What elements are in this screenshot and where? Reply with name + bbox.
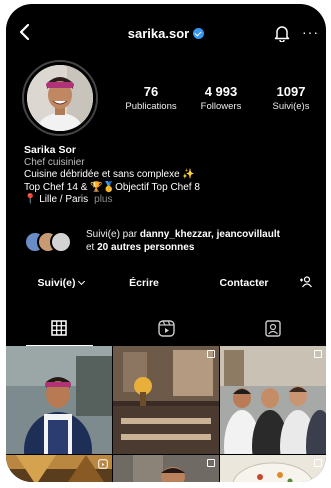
stat-followers[interactable]: 4 993 Followers [186,84,256,112]
stat-followers-count: 4 993 [204,84,238,99]
multiple-posts-icon [207,459,215,467]
profile-actions: Suivi(e) Écrire Contacter [16,270,318,296]
post-thumbnail-4[interactable] [6,455,112,482]
stat-publications-label: Publications [125,101,177,112]
stat-following[interactable]: 1097 Suivi(e)s [256,84,326,112]
profile-tabs [6,310,326,346]
profile-screen: sarika.sor ··· 76 Publications 4 993 Fol… [6,4,326,482]
medal-emoji: 🥇 [102,181,116,193]
stat-following-count: 1097 [276,84,306,99]
multiple-posts-icon [314,459,322,467]
post-grid [6,346,326,482]
bio-line-2-text: Top Chef 14 & [24,181,91,193]
followed-by-prefix: Suivi(e) par [86,229,140,240]
add-person-icon[interactable] [294,275,318,291]
following-button[interactable]: Suivi(e) [16,277,106,289]
stat-following-label: Suivi(e)s [272,101,310,112]
top-bar: sarika.sor ··· [6,4,326,56]
post-thumbnail-5[interactable] [113,455,219,482]
tab-reels[interactable] [113,310,220,346]
followed-by-conjunction: et [86,242,98,253]
profile-stats: 76 Publications 4 993 Followers 1097 Sui… [116,84,326,112]
stat-followers-label: Followers [200,101,242,112]
multiple-posts-icon [314,350,322,358]
location-text: Lille / Paris [39,194,89,205]
followed-by-text: Suivi(e) par danny_khezzar, jeancovillau… [86,228,322,254]
tagged-icon [264,319,281,337]
followed-by-count: 20 autres personnes [97,242,195,253]
bio-line-3: 📍 Lille / Paris plus [24,194,314,207]
more-options-icon[interactable]: ··· [302,25,319,39]
grid-icon [51,320,68,336]
display-name: Sarika Sor [24,144,76,156]
followed-by[interactable]: Suivi(e) par danny_khezzar, jeancovillau… [24,228,322,258]
message-button[interactable]: Écrire [114,277,174,289]
tab-grid[interactable] [6,310,113,346]
bio-more-link[interactable]: plus [94,194,112,205]
multiple-posts-icon [207,350,215,358]
bio-line-1: Cuisine débridée et sans complexe ✨ [24,169,195,180]
followed-by-names: danny_khezzar, jeancovillault [139,229,280,240]
avatar [27,65,93,131]
bio-line-2: Top Chef 14 & 🏆🥇Objectif Top Chef 8 [24,182,314,195]
username: sarika.sor [127,26,190,41]
profile-bio: Sarika Sor Chef cuisinier Cuisine débrid… [24,144,314,207]
post-thumbnail-2[interactable] [113,346,219,454]
following-button-label: Suivi(e) [37,277,76,289]
stat-publications-count: 76 [143,84,159,99]
follower-avatar-3 [50,231,72,253]
bio-line-2-goal: Objectif Top Chef 8 [115,181,200,193]
trophy-emoji: 🏆 [90,181,103,193]
profile-avatar-ring[interactable] [22,60,98,136]
verified-badge-icon [193,28,205,39]
post-thumbnail-3[interactable] [220,346,326,454]
profile-category: Chef cuisinier [24,156,85,168]
tab-tagged[interactable] [219,310,326,346]
post-thumbnail-6[interactable] [220,455,326,482]
reels-icon [157,319,175,337]
stat-publications[interactable]: 76 Publications [116,84,186,112]
post-thumbnail-1[interactable] [6,346,112,454]
bell-icon[interactable] [274,24,290,42]
contact-button[interactable]: Contacter [194,277,294,289]
chevron-down-icon [78,277,86,286]
pin-emoji: 📍 [24,194,37,205]
reel-icon [98,459,108,469]
